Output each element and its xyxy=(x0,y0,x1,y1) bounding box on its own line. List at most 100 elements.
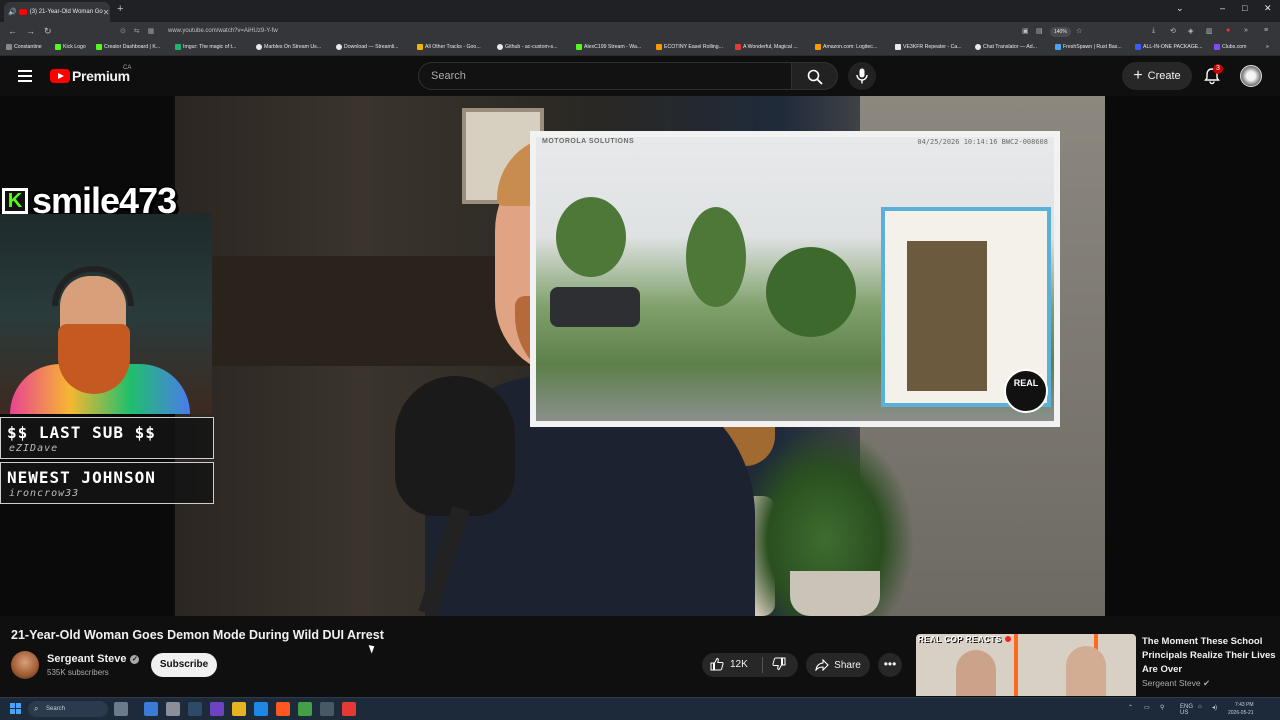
more-actions-button[interactable]: ••• xyxy=(878,653,902,677)
bookmark-item[interactable]: Download — Streamli... xyxy=(336,44,399,50)
create-button[interactable]: + Create xyxy=(1122,62,1192,90)
extension-icon[interactable]: ▥ xyxy=(1206,27,1213,35)
bookmarks-overflow-icon[interactable]: » xyxy=(1266,44,1269,50)
recommended-video-channel[interactable]: Sergeant Steve ✔ xyxy=(1142,678,1210,689)
bookmark-item[interactable]: ECOTINY Easel Rolling... xyxy=(656,44,723,50)
forward-icon[interactable]: → xyxy=(26,26,35,36)
new-tab-button[interactable]: + xyxy=(117,3,123,15)
taskbar-app-icon[interactable] xyxy=(342,702,356,716)
maximize-button[interactable]: □ xyxy=(1242,3,1247,13)
volume-icon[interactable]: ◂) xyxy=(1212,704,1217,711)
drive-favicon-icon xyxy=(417,44,423,50)
search-button[interactable] xyxy=(792,62,838,90)
site-info-icon[interactable]: ⊙ ⇆ ▦ xyxy=(120,27,157,35)
recommended-video-title[interactable]: The Moment These School Principals Reali… xyxy=(1142,635,1276,677)
streamer-webcam xyxy=(0,214,212,414)
reload-icon[interactable]: ↻ xyxy=(44,26,52,37)
more-extensions-icon[interactable]: » xyxy=(1244,27,1248,34)
taskbar-app-icon[interactable] xyxy=(276,702,290,716)
youtube-premium-logo[interactable]: Premium CA xyxy=(50,65,131,84)
bookmark-item[interactable]: Amazon.com: Logitec... xyxy=(815,44,877,50)
create-label: Create xyxy=(1147,70,1181,82)
channel-name-link[interactable]: Sergeant Steve ✓ xyxy=(47,653,140,665)
subscribe-button[interactable]: Subscribe xyxy=(151,653,217,677)
microphone-graphic xyxy=(395,376,515,616)
tab-close-icon[interactable]: ✕ xyxy=(103,8,110,17)
video-player[interactable]: MOTOROLA SOLUTIONS 04/25/2026 10:14:16 B… xyxy=(0,96,1280,616)
bookmark-item[interactable]: Creator Dashboard | K... xyxy=(96,44,160,50)
taskbar-app-icon[interactable] xyxy=(166,702,180,716)
minimize-button[interactable]: – xyxy=(1220,3,1225,13)
menu-icon[interactable] xyxy=(18,70,32,82)
taskbar-clock[interactable]: 7:43 PM 2026-05-21 xyxy=(1228,701,1254,717)
clubs-favicon-icon xyxy=(1214,44,1220,50)
channel-avatar[interactable] xyxy=(11,651,39,679)
address-bar-row: ← → ↻ ⊙ ⇆ ▦ www.youtube.com/watch?v=AiHU… xyxy=(0,22,1280,42)
kick-favicon-icon xyxy=(96,44,102,50)
newest-johnson-box: NEWEST JOHNSON ironcrow33 xyxy=(0,462,214,504)
like-button[interactable]: 12K xyxy=(710,657,748,671)
bookmark-item[interactable]: Clubs.com xyxy=(1214,44,1247,50)
downloads-icon[interactable]: ⤓ xyxy=(1152,27,1155,35)
close-window-button[interactable]: ✕ xyxy=(1264,3,1272,14)
extensions-icon[interactable]: ◈ xyxy=(1188,27,1193,35)
file-explorer-icon[interactable] xyxy=(232,702,246,716)
browser-tab-youtube[interactable]: 🔊 (3) 21-Year-Old Woman Go ✕ xyxy=(4,2,110,22)
windows-start-icon[interactable] xyxy=(10,703,21,714)
bookmarks-bar: Constantine Kick Logo Creator Dashboard … xyxy=(0,42,1280,56)
dislike-button[interactable] xyxy=(772,657,786,676)
share-label: Share xyxy=(834,659,861,671)
back-icon[interactable]: ← xyxy=(8,26,17,36)
like-separator xyxy=(762,657,763,673)
search-input[interactable] xyxy=(419,63,791,89)
tray-app-icon[interactable]: ▭ xyxy=(1144,704,1150,711)
taskbar-app-icon[interactable] xyxy=(254,702,268,716)
taskbar-search[interactable]: Search xyxy=(28,701,108,717)
bookmark-item[interactable]: ALL-IN-ONE PACKAGE... xyxy=(1135,44,1203,50)
bookmark-item[interactable]: A Wonderful, Magical ... xyxy=(735,44,798,50)
bookmark-item[interactable]: FreshSpawn | Rust Bas... xyxy=(1055,44,1122,50)
bookmark-item[interactable]: Chat Translator — Ad... xyxy=(975,44,1037,50)
screenshot-icon[interactable]: ▣ xyxy=(1022,27,1029,35)
bodycam-footage: MOTOROLA SOLUTIONS 04/25/2026 10:14:16 B… xyxy=(536,137,1054,421)
live-dot-icon xyxy=(1004,636,1011,642)
language-indicator[interactable]: ENG US xyxy=(1180,704,1193,716)
taskbar-app-icon[interactable] xyxy=(320,702,334,716)
taskbar-app-icon[interactable] xyxy=(114,702,128,716)
bookmark-item[interactable]: AlexC199 Stream - Wa... xyxy=(576,44,641,50)
bookmark-star-icon[interactable]: ☆ xyxy=(1076,27,1082,35)
bookmark-item[interactable]: Imgur: The magic of t... xyxy=(175,44,236,50)
kick-logo-icon: K xyxy=(2,188,28,214)
history-icon[interactable]: ⟲ xyxy=(1170,27,1176,35)
tray-overflow-icon[interactable]: ⌃ xyxy=(1128,704,1133,711)
windows-taskbar: Search ⌃ ▭ ⚲ ENGUS ⌂ ◂) 7:43 PM2026-05-2… xyxy=(0,697,1280,720)
taskbar-app-icon[interactable] xyxy=(210,702,224,716)
network-icon[interactable]: ⌂ xyxy=(1198,704,1202,710)
bookmark-item[interactable]: Github - ac-custom-s... xyxy=(497,44,557,50)
youtube-extension-icon[interactable]: ● xyxy=(1226,27,1230,34)
account-avatar[interactable] xyxy=(1240,65,1262,87)
url-field[interactable]: www.youtube.com/watch?v=AiHUz9-Y-fw xyxy=(168,28,278,34)
tray-app-icon[interactable]: ⚲ xyxy=(1160,704,1164,711)
speaker-icon[interactable]: 🔊 xyxy=(8,8,17,16)
zoom-indicator[interactable]: 140% xyxy=(1050,27,1071,37)
reader-icon[interactable]: ▤ xyxy=(1036,27,1043,35)
tab-title: (3) 21-Year-Old Woman Go xyxy=(29,9,103,15)
verified-check-icon: ✓ xyxy=(130,654,140,664)
tree-graphic xyxy=(556,197,626,277)
mouse-cursor-icon xyxy=(368,643,377,654)
bookmark-item[interactable]: VE3KFR Repeater - Ca... xyxy=(895,44,962,50)
share-button[interactable]: Share xyxy=(806,653,870,677)
tab-search-icon[interactable]: ⌄ xyxy=(1176,3,1184,14)
bookmark-item[interactable]: Kick Logo xyxy=(55,44,86,50)
recommended-video-thumbnail[interactable]: REAL COP REACTS xyxy=(916,634,1136,696)
voice-search-button[interactable] xyxy=(848,62,876,90)
browser-menu-icon[interactable]: ≡ xyxy=(1264,27,1268,34)
taskbar-app-icon[interactable] xyxy=(188,702,202,716)
last-sub-name: eZIDave xyxy=(9,443,59,454)
bookmark-item[interactable]: All Other Tracks - Goo... xyxy=(417,44,481,50)
bookmark-item[interactable]: Constantine xyxy=(6,44,42,50)
taskbar-app-icon[interactable] xyxy=(298,702,312,716)
taskbar-app-icon[interactable] xyxy=(144,702,158,716)
bookmark-item[interactable]: Marbles On Stream Us... xyxy=(256,44,321,50)
